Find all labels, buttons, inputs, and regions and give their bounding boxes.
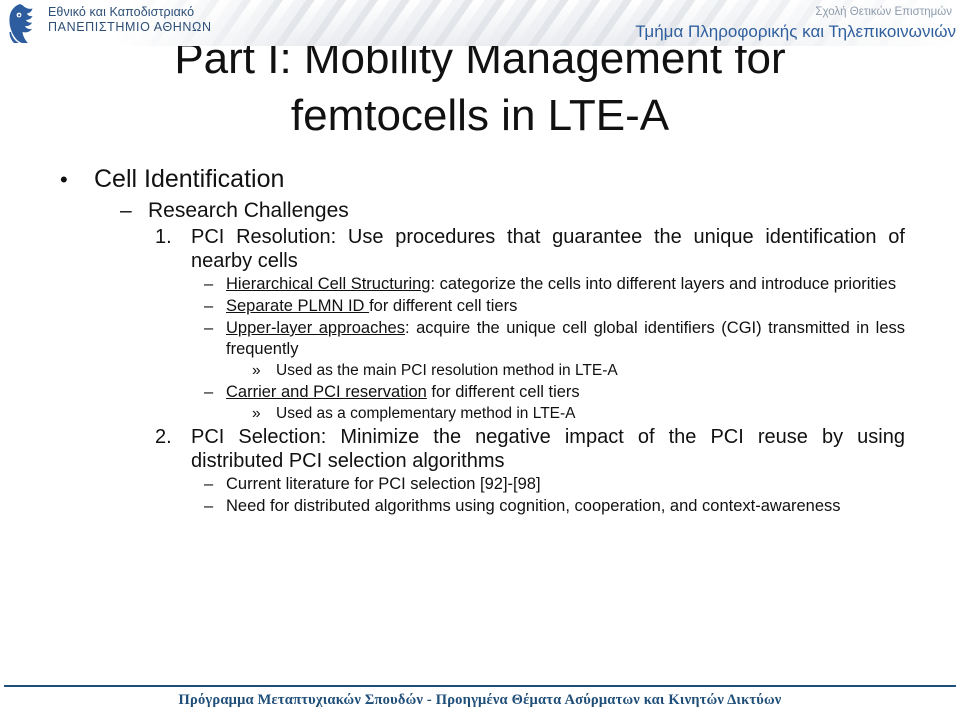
bullet-cell-identification-label: Cell Identification bbox=[94, 165, 285, 193]
university-name-line1: Εθνικό και Καποδιστριακό bbox=[48, 5, 195, 19]
numbered-item-1-heading: PCI Resolution: bbox=[191, 226, 337, 248]
slide-body: • Cell Identification – Research Challen… bbox=[0, 164, 960, 518]
university-name-line2: ΠΑΝΕΠΙΣΤΗΜΙΟ ΑΘΗΝΩΝ bbox=[48, 20, 212, 34]
dash-marker-icon: – bbox=[204, 475, 214, 493]
bullet-research-challenges-label: Research Challenges bbox=[148, 199, 349, 222]
footer-divider bbox=[4, 685, 956, 687]
bullet-cell-identification: • Cell Identification bbox=[0, 164, 960, 195]
subsubitem-complementary-method-text: Used as a complementary method in LTE-A bbox=[276, 405, 576, 422]
university-owl-logo-icon bbox=[9, 4, 33, 43]
slide-header-banner: Εθνικό και Καποδιστριακό ΠΑΝΕΠΙΣΤΗΜΙΟ ΑΘ… bbox=[0, 0, 960, 46]
dash-marker-icon: – bbox=[204, 497, 214, 515]
numbered-item-2-heading: PCI Selection: bbox=[191, 426, 327, 448]
subitem-carrier-pci-reservation-term: Carrier and PCI reservation bbox=[226, 383, 427, 401]
dash-marker-icon: – bbox=[120, 199, 132, 222]
school-name: Σχολή Θετικών Επιστημών bbox=[815, 6, 952, 18]
presentation-slide: Εθνικό και Καποδιστριακό ΠΑΝΕΠΙΣΤΗΜΙΟ ΑΘ… bbox=[0, 0, 960, 717]
subitem-separate-plmn-id-term: Separate PLMN ID bbox=[226, 297, 370, 315]
bullet-research-challenges: – Research Challenges bbox=[0, 197, 960, 224]
dash-marker-icon: – bbox=[204, 275, 214, 293]
subsubitem-main-pci-resolution-method: » Used as the main PCI resolution method… bbox=[0, 361, 960, 381]
numbered-item-2-number: 2. bbox=[155, 426, 172, 448]
guillemet-marker-icon: » bbox=[252, 405, 261, 422]
dash-marker-icon: – bbox=[204, 383, 214, 401]
subsubitem-complementary-method: » Used as a complementary method in LTE-… bbox=[0, 404, 960, 424]
subitem-hierarchical-cell-structuring-term: Hierarchical Cell Structuring bbox=[226, 275, 431, 293]
slide-title: Part I: Mobility Management for femtocel… bbox=[130, 30, 830, 144]
university-name: Εθνικό και Καποδιστριακό ΠΑΝΕΠΙΣΤΗΜΙΟ ΑΘ… bbox=[48, 5, 212, 35]
subitem-carrier-pci-reservation-text: for different cell tiers bbox=[426, 383, 580, 401]
subitem-current-literature-text: Current literature for PCI selection [92… bbox=[226, 475, 541, 493]
subitem-carrier-pci-reservation: – Carrier and PCI reservation for differ… bbox=[0, 382, 960, 403]
numbered-item-1-number: 1. bbox=[155, 226, 172, 248]
numbered-item-2: 2. PCI Selection: Minimize the negative … bbox=[0, 425, 960, 473]
subitem-separate-plmn-id: – Separate PLMN ID for different cell ti… bbox=[0, 296, 960, 317]
footer-text: Πρόγραμμα Μεταπτυχιακών Σπουδών - Προηγμ… bbox=[178, 692, 782, 708]
department-name: Τμήμα Πληροφορικής και Τηλεπικοινωνιών bbox=[635, 22, 956, 41]
numbered-item-1: 1. PCI Resolution: Use procedures that g… bbox=[0, 225, 960, 273]
subitem-hierarchical-cell-structuring-text: : categorize the cells into different la… bbox=[430, 275, 897, 293]
subitem-need-distributed-algorithms-text: Need for distributed algorithms using co… bbox=[226, 497, 841, 515]
bullet-marker-icon: • bbox=[60, 167, 68, 192]
subitem-separate-plmn-id-text: for different cell tiers bbox=[369, 297, 518, 315]
subsubitem-main-pci-resolution-method-text: Used as the main PCI resolution method i… bbox=[276, 362, 618, 379]
slide-title-line2: femtocells in LTE-A bbox=[290, 91, 670, 140]
subitem-current-literature: – Current literature for PCI selection [… bbox=[0, 474, 960, 495]
dash-marker-icon: – bbox=[204, 319, 214, 337]
subitem-upper-layer-approaches: – Upper-layer approaches: acquire the un… bbox=[0, 318, 960, 360]
subitem-hierarchical-cell-structuring: – Hierarchical Cell Structuring: categor… bbox=[0, 274, 960, 295]
subitem-need-distributed-algorithms: – Need for distributed algorithms using … bbox=[0, 496, 960, 517]
guillemet-marker-icon: » bbox=[252, 362, 261, 379]
subitem-upper-layer-approaches-term: Upper-layer approaches bbox=[226, 319, 405, 337]
dash-marker-icon: – bbox=[204, 297, 214, 315]
